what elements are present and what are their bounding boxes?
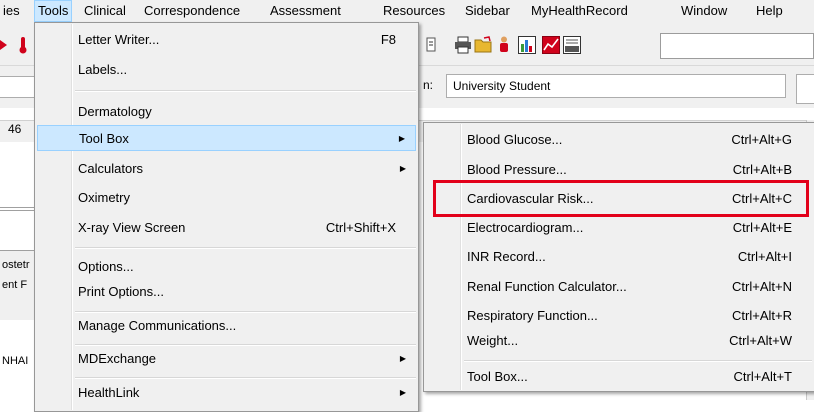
menu-item-cardiovascular-risk[interactable]: Cardiovascular Risk... Ctrl+Alt+C [426, 186, 812, 212]
left-list-item-obstetric[interactable]: ostetr [2, 259, 30, 271]
menu-item-sidebar[interactable]: Sidebar [465, 0, 510, 22]
menu-item-shortcut: Ctrl+Alt+T [733, 369, 792, 384]
menu-item-shortcut: F8 [380, 32, 396, 47]
menu-item-label: Labels... [78, 62, 128, 77]
menu-item-calculators[interactable]: Calculators ▶ [37, 156, 416, 182]
splitter[interactable] [0, 207, 34, 211]
menu-item-healthlink[interactable]: HealthLink ▶ [37, 380, 416, 406]
menu-item-label: Calculators [78, 161, 144, 176]
menu-item-dermatology[interactable]: Dermatology [37, 99, 416, 125]
submenu-arrow-icon: ▶ [399, 388, 406, 397]
menu-item-print-options[interactable]: Print Options... [37, 279, 416, 305]
menu-item-shortcut: Ctrl+Alt+N [732, 279, 792, 294]
menu-item-ies[interactable]: ies [3, 0, 20, 22]
menu-item-help[interactable]: Help [756, 0, 783, 22]
menu-item-correspondence[interactable]: Correspondence [144, 0, 240, 22]
menu-item-resources[interactable]: Resources [383, 0, 445, 22]
menu-item-window[interactable]: Window [681, 0, 727, 22]
menu-item-label: Letter Writer... [78, 32, 160, 47]
menu-item-shortcut: Ctrl+Alt+W [729, 333, 792, 348]
occupation-field[interactable]: University Student [446, 74, 786, 98]
menu-item-shortcut: Ctrl+Alt+G [731, 132, 792, 147]
menu-item-electrocardiogram[interactable]: Electrocardiogram... Ctrl+Alt+E [426, 215, 812, 241]
menu-item-tool-box-all[interactable]: Tool Box... Ctrl+Alt+T [426, 364, 812, 390]
menu-item-label: Respiratory Function... [467, 308, 598, 323]
menu-item-shortcut: Ctrl+Alt+I [737, 249, 792, 264]
menu-item-xray-view-screen[interactable]: X-ray View Screen Ctrl+Shift+X [37, 215, 416, 241]
menu-item-shortcut: Ctrl+Alt+E [732, 220, 792, 235]
person-icon[interactable] [498, 36, 510, 54]
menu-item-label: Blood Glucose... [467, 132, 563, 147]
patient-field-left[interactable] [0, 76, 36, 98]
menu-item-label: Weight... [467, 333, 519, 348]
menu-bar: ies Tools Clinical Correspondence Assess… [0, 0, 814, 22]
menu-item-labels[interactable]: Labels... [37, 57, 416, 83]
menu-item-weight[interactable]: Weight... Ctrl+Alt+W [426, 328, 812, 354]
submenu-arrow-icon: ▶ [399, 164, 406, 173]
toolbox-submenu: Blood Glucose... Ctrl+Alt+G Blood Pressu… [423, 122, 814, 392]
menu-item-label: Tool Box... [467, 369, 528, 384]
menu-item-tool-box[interactable]: Tool Box ▶ [37, 125, 416, 151]
menu-item-label: Tool Box [79, 131, 129, 146]
tools-menu: Letter Writer... F8 Labels... Dermatolog… [34, 22, 419, 412]
menu-item-label: Blood Pressure... [467, 162, 567, 177]
menu-item-shortcut: Ctrl+Shift+X [325, 220, 396, 235]
menu-item-respiratory-function[interactable]: Respiratory Function... Ctrl+Alt+R [426, 303, 812, 329]
menu-item-assessment[interactable]: Assessment [270, 0, 341, 22]
sms-icon[interactable] [563, 36, 581, 54]
menu-item-label: MDExchange [78, 351, 157, 366]
left-list-item-current[interactable]: ent F [2, 279, 27, 291]
menu-item-label: Print Options... [78, 284, 164, 299]
printer-icon[interactable] [454, 36, 472, 54]
menu-item-options[interactable]: Options... [37, 254, 416, 280]
folder-icon[interactable] [474, 36, 492, 54]
menu-item-mdexchange[interactable]: MDExchange ▶ [37, 346, 416, 372]
menu-item-label: X-ray View Screen [78, 220, 186, 235]
submenu-arrow-icon: ▶ [399, 354, 406, 363]
menu-item-label: INR Record... [467, 249, 546, 264]
record-content-area [0, 142, 34, 202]
menu-item-renal-function-calculator[interactable]: Renal Function Calculator... Ctrl+Alt+N [426, 274, 812, 300]
menu-item-shortcut: Ctrl+Alt+B [732, 162, 792, 177]
menu-item-label: HealthLink [78, 385, 140, 400]
chart-icon[interactable] [518, 36, 536, 54]
menu-separator [464, 360, 812, 362]
occupation-label: n: [423, 78, 434, 92]
left-list-item-nhai[interactable]: NHAI [2, 355, 28, 367]
toolbar-search-field[interactable] [660, 33, 814, 59]
menu-item-manage-communications[interactable]: Manage Communications... [37, 313, 416, 339]
submenu-arrow-icon: ▶ [398, 134, 405, 143]
menu-item-clinical[interactable]: Clinical [84, 0, 126, 22]
patient-field-right[interactable] [796, 74, 814, 104]
menu-item-label: Cardiovascular Risk... [467, 191, 594, 206]
record-number-label: 46 [8, 122, 22, 136]
menu-separator [75, 377, 416, 379]
menu-item-myhealthrecord[interactable]: MyHealthRecord [531, 0, 628, 22]
menu-item-inr-record[interactable]: INR Record... Ctrl+Alt+I [426, 244, 812, 270]
menu-item-tools[interactable]: Tools [34, 0, 73, 22]
menu-separator [75, 247, 416, 249]
red-arrow-icon[interactable] [0, 36, 10, 54]
certificate-icon[interactable] [426, 36, 436, 54]
menu-item-shortcut: Ctrl+Alt+R [732, 308, 792, 323]
thermometer-icon[interactable] [18, 36, 28, 54]
graph-icon[interactable] [542, 36, 560, 54]
menu-separator [75, 90, 416, 92]
menu-item-letter-writer[interactable]: Letter Writer... F8 [37, 27, 416, 53]
menu-item-label: Manage Communications... [78, 318, 237, 333]
menu-item-label: Oximetry [78, 190, 130, 205]
menu-item-label: Dermatology [78, 104, 152, 119]
menu-item-label: Renal Function Calculator... [467, 279, 627, 294]
menu-item-oximetry[interactable]: Oximetry [37, 185, 416, 211]
menu-item-blood-pressure[interactable]: Blood Pressure... Ctrl+Alt+B [426, 157, 812, 183]
menu-item-label: Electrocardiogram... [467, 220, 584, 235]
menu-item-blood-glucose[interactable]: Blood Glucose... Ctrl+Alt+G [426, 127, 812, 153]
menu-item-label: Options... [78, 259, 134, 274]
menu-item-shortcut: Ctrl+Alt+C [732, 191, 792, 206]
